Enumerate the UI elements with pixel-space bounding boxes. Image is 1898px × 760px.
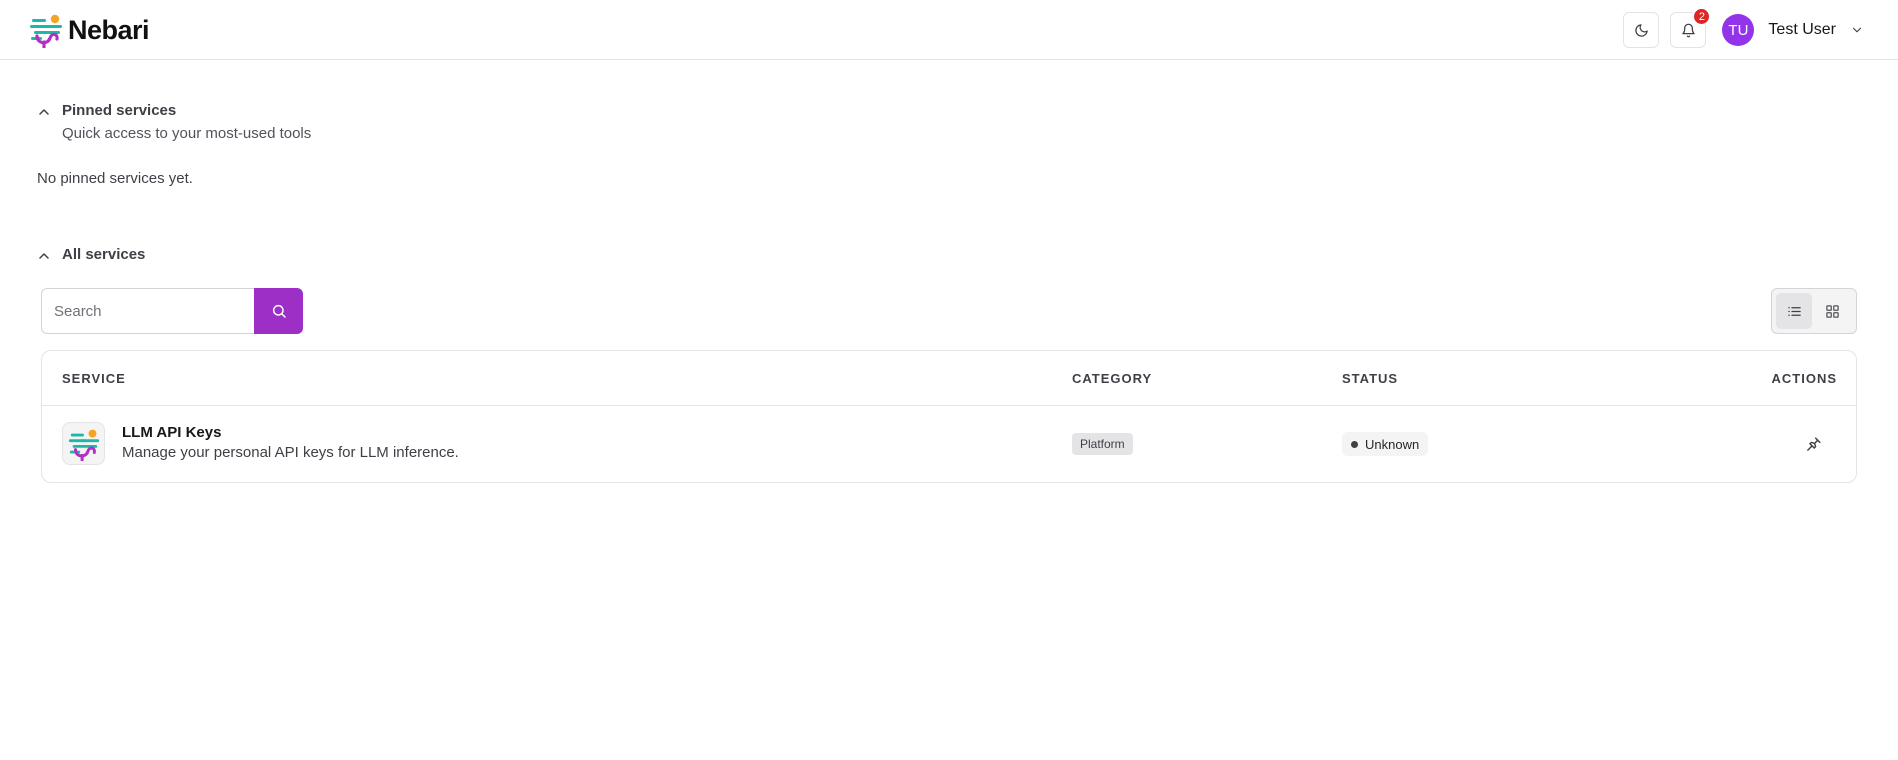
status-label: Unknown — [1365, 436, 1420, 452]
service-search — [41, 288, 303, 334]
search-button[interactable] — [254, 288, 303, 334]
user-menu[interactable]: TU Test User — [1722, 14, 1864, 46]
status-dot — [1351, 440, 1358, 448]
search-input[interactable] — [41, 288, 254, 334]
user-name: Test User — [1768, 21, 1836, 38]
category-badge: Platform — [1072, 433, 1133, 455]
notifications-button[interactable]: 2 — [1670, 7, 1712, 48]
notification-count-badge: 2 — [1692, 7, 1712, 26]
search-icon — [272, 304, 286, 318]
table-row[interactable]: LLM API Keys Manage your personal API ke… — [42, 406, 1856, 482]
pinned-services-subtitle: Quick access to your most-used tools — [62, 125, 312, 142]
avatar: TU — [1722, 14, 1755, 46]
column-header-category: CATEGORY — [1072, 371, 1153, 386]
chevron-up-icon — [39, 253, 49, 259]
service-name[interactable]: LLM API Keys — [122, 424, 221, 441]
services-table: SERVICE CATEGORY STATUS ACTIONS LLM API … — [41, 350, 1857, 483]
column-header-service: SERVICE — [62, 371, 126, 386]
grid-icon — [1825, 304, 1839, 318]
header-actions: 2 TU Test User — [1623, 7, 1864, 48]
column-header-status: STATUS — [1342, 371, 1399, 386]
status-badge: Unknown — [1342, 432, 1429, 456]
list-view-button[interactable] — [1776, 293, 1812, 329]
nebari-logo-icon — [68, 429, 99, 461]
top-bar: Nebari 2 TU Test User — [0, 0, 1898, 60]
brand-name: Nebari — [68, 14, 150, 45]
bell-icon — [1682, 23, 1695, 37]
service-icon — [62, 422, 105, 465]
theme-toggle-button[interactable] — [1623, 12, 1660, 48]
chevron-up-icon — [39, 109, 49, 115]
pinned-services-title: Pinned services — [62, 102, 177, 119]
column-header-actions: ACTIONS — [1771, 371, 1837, 386]
brand[interactable]: Nebari — [28, 12, 150, 48]
view-toggle — [1771, 288, 1857, 334]
list-icon — [1787, 306, 1801, 316]
grid-view-button[interactable] — [1814, 293, 1850, 329]
pin-button[interactable] — [1799, 430, 1827, 458]
pinned-empty-message: No pinned services yet. — [37, 170, 193, 187]
chevron-down-icon — [1852, 27, 1862, 33]
pinned-services-header[interactable]: Pinned services Quick access to your mos… — [36, 102, 311, 142]
pin-icon — [1806, 436, 1821, 451]
all-services-header[interactable]: All services — [36, 246, 145, 264]
nebari-logo-icon — [30, 14, 62, 48]
service-description: Manage your personal API keys for LLM in… — [122, 444, 459, 461]
all-services-title: All services — [62, 246, 146, 263]
moon-icon — [1635, 23, 1648, 37]
table-header: SERVICE CATEGORY STATUS ACTIONS — [42, 351, 1856, 406]
